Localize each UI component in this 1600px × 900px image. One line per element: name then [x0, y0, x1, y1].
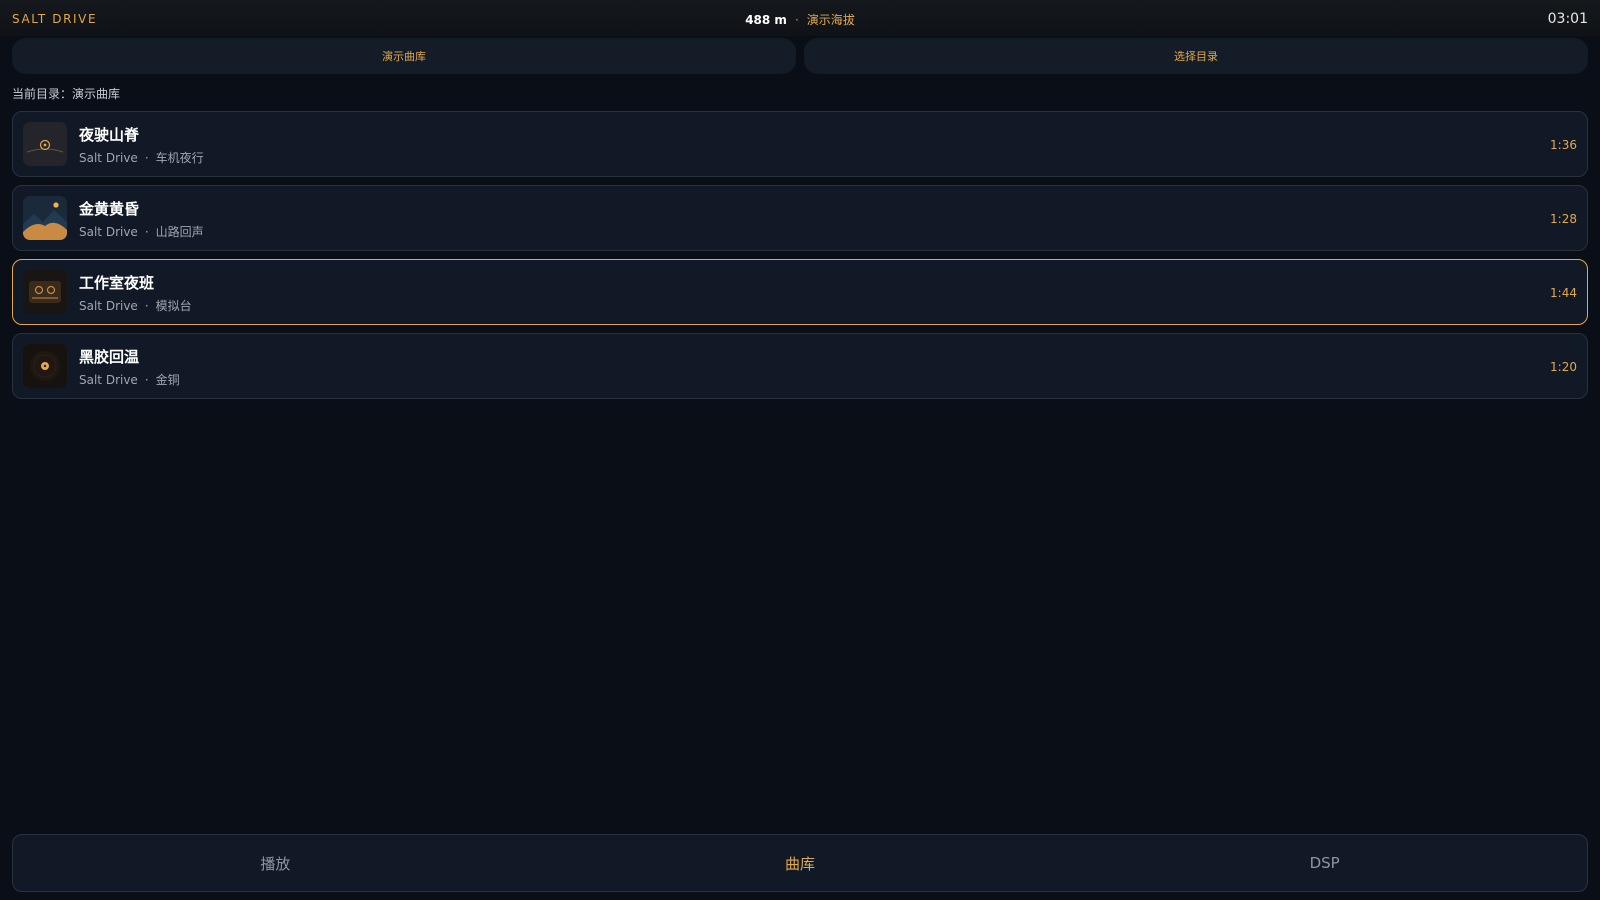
track-title: 夜驶山脊 [79, 126, 140, 144]
track-duration: 1:44 [1550, 286, 1577, 300]
subtitle-separator: · [144, 225, 149, 239]
ridge-cover-icon [23, 122, 67, 166]
track-list: 夜驶山脊 Salt Drive · 车机夜行 1:36 金黄黄昏 Salt Driv… [12, 111, 1588, 407]
cassette-cover-icon [23, 270, 67, 314]
subtitle-separator: · [144, 299, 149, 313]
track-title: 黑胶回温 [79, 348, 140, 366]
track-artist: Salt Drive [79, 151, 138, 165]
track-subtitle: Salt Drive · 车机夜行 [79, 149, 204, 166]
track-album: 模拟台 [155, 299, 192, 313]
track-album: 金铜 [155, 373, 180, 387]
top-status-bar: SALT DRIVE 488 m · 演示海拔 03:01 [0, 0, 1600, 36]
mountain-cover-icon [23, 196, 67, 240]
track-subtitle: Salt Drive · 金铜 [79, 371, 180, 388]
subtitle-separator: · [144, 151, 149, 165]
altitude-value: 488 m [745, 13, 787, 27]
track-item[interactable]: 黑胶回温 Salt Drive · 金铜 1:20 [12, 333, 1588, 399]
track-artist: Salt Drive [79, 373, 138, 387]
track-title: 工作室夜班 [79, 274, 155, 292]
track-subtitle: Salt Drive · 山路回声 [79, 223, 204, 240]
bottom-nav: 播放 曲库 DSP [12, 834, 1588, 892]
clock: 03:01 [1547, 11, 1588, 27]
vinyl-cover-icon [23, 344, 67, 388]
track-album: 车机夜行 [155, 151, 204, 165]
track-duration: 1:36 [1550, 138, 1577, 152]
nav-tab-library[interactable]: 曲库 [538, 835, 1063, 891]
track-item-active[interactable]: 工作室夜班 Salt Drive · 模拟台 1:44 [12, 259, 1588, 325]
track-album: 山路回声 [155, 225, 204, 239]
altitude-info: 488 m · 演示海拔 [0, 11, 1600, 28]
track-subtitle: Salt Drive · 模拟台 [79, 297, 192, 314]
demo-library-button[interactable]: 演示曲库 [12, 38, 796, 74]
track-duration: 1:28 [1550, 212, 1577, 226]
track-title: 金黄黄昏 [79, 200, 140, 218]
altitude-separator: · [794, 13, 799, 27]
current-directory-label: 当前目录：演示曲库 [12, 87, 121, 101]
nav-tab-play[interactable]: 播放 [13, 835, 538, 891]
track-item[interactable]: 夜驶山脊 Salt Drive · 车机夜行 1:36 [12, 111, 1588, 177]
nav-tab-dsp[interactable]: DSP [1062, 835, 1587, 891]
subtitle-separator: · [144, 373, 149, 387]
track-artist: Salt Drive [79, 225, 138, 239]
track-artist: Salt Drive [79, 299, 138, 313]
track-duration: 1:20 [1550, 360, 1577, 374]
altitude-label: 演示海拔 [806, 13, 855, 27]
choose-directory-button[interactable]: 选择目录 [804, 38, 1588, 74]
track-item[interactable]: 金黄黄昏 Salt Drive · 山路回声 1:28 [12, 185, 1588, 251]
